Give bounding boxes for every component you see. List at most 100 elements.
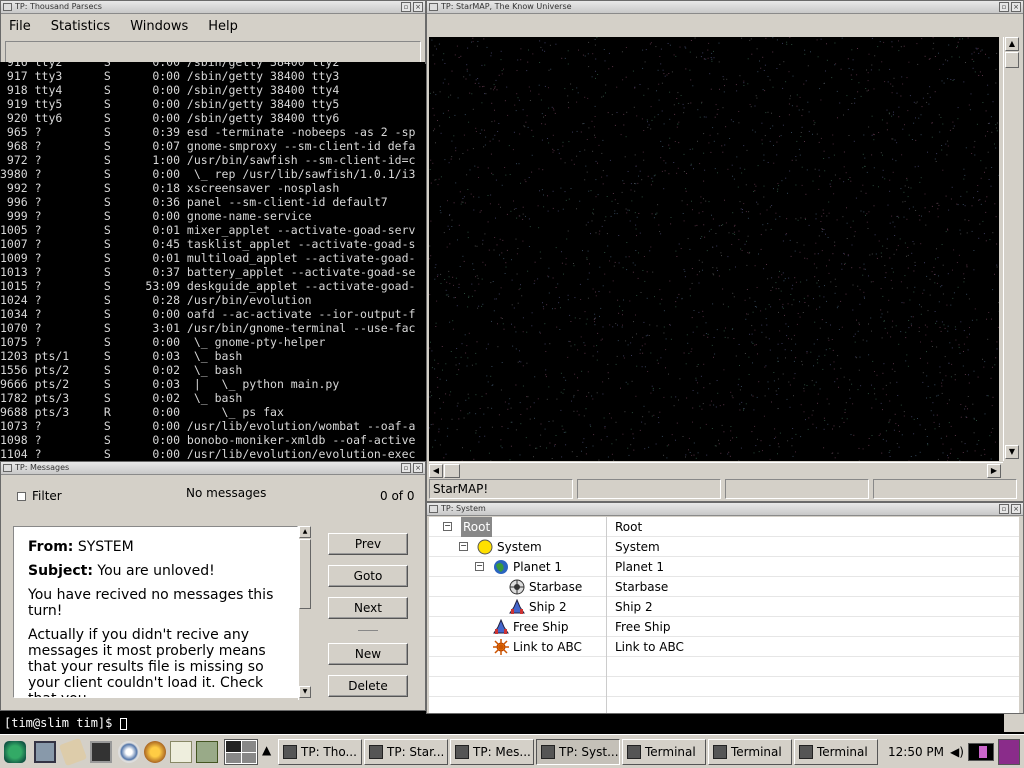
pager-desktop[interactable] [241, 741, 256, 752]
window-menu-icon[interactable] [3, 3, 12, 11]
tree-row[interactable]: Free Ship Free Ship [429, 617, 1019, 637]
task-terminal[interactable]: Terminal [622, 739, 706, 765]
hscroll-thumb[interactable] [444, 464, 460, 478]
pager-desktop[interactable] [241, 752, 256, 763]
system-title: TP: System [441, 504, 486, 513]
pager-desktop[interactable] [226, 752, 241, 763]
tree-row[interactable]: Ship 2 Ship 2 [429, 597, 1019, 617]
tree-name-cell[interactable]: Ship 2 [429, 597, 607, 617]
starmap-canvas[interactable] [429, 37, 1000, 462]
menu-file[interactable]: File [9, 19, 31, 34]
collapse-icon[interactable]: − [459, 542, 468, 551]
tree-name-cell[interactable]: − System [429, 537, 607, 557]
terminal-output[interactable]: 916 tty2 S 0:00 /sbin/getty 38400 tty2 9… [0, 62, 425, 462]
tree-value-cell: Free Ship [615, 620, 671, 634]
tree-name-cell[interactable]: − Planet 1 [429, 557, 607, 577]
next-button[interactable]: Next [328, 597, 408, 619]
terminal-line: 999 ? S 0:00 gnome-name-service [0, 209, 312, 223]
filter-checkbox[interactable] [17, 492, 26, 501]
window-menu-icon[interactable] [3, 464, 12, 472]
prev-button[interactable]: Prev [328, 533, 408, 555]
package-icon[interactable] [196, 741, 218, 763]
starmap-titlebar[interactable]: TP: StarMAP, The Know Universe ▫ × [427, 1, 1023, 14]
scroll-down-icon[interactable]: ▼ [299, 686, 311, 698]
menu-windows[interactable]: Windows [130, 19, 188, 34]
goto-button[interactable]: Goto [328, 565, 408, 587]
window-icon [369, 745, 383, 759]
tree-name-cell[interactable]: − Root [429, 517, 607, 537]
task-thousand-parsecs[interactable]: TP: Tho... [278, 739, 362, 765]
monitor-icon[interactable] [34, 741, 56, 763]
tree-value-cell: Link to ABC [615, 640, 684, 654]
message-body[interactable]: From: SYSTEM Subject: You are unloved! Y… [13, 526, 298, 698]
menubar: File Statistics Windows Help [1, 15, 425, 37]
starmap-vscrollbar[interactable]: ▲ ▼ [1003, 37, 1021, 461]
tasklist-arrow-icon[interactable]: ▲ [262, 743, 271, 757]
system-titlebar[interactable]: TP: System ▫ × [427, 503, 1023, 516]
terminal-icon[interactable] [90, 741, 112, 763]
window-menu-icon[interactable] [429, 505, 438, 513]
browser-icon[interactable] [144, 741, 166, 763]
volume-icon[interactable]: ◀) [950, 745, 964, 759]
system-tree[interactable]: − Root Root − System System − Planet 1 Planet 1S… [429, 517, 1019, 713]
tree-row[interactable]: Link to ABC Link to ABC [429, 637, 1019, 657]
terminal-line: 1007 ? S 0:45 tasklist_applet --activate… [0, 237, 416, 251]
pager-desktop[interactable] [226, 741, 241, 752]
scroll-right-icon[interactable]: ▶ [987, 464, 1001, 478]
task-terminal[interactable]: Terminal [794, 739, 878, 765]
iconify-icon[interactable]: ▫ [999, 2, 1009, 12]
starmap-hscrollbar[interactable]: ◀ ▶ [429, 462, 1003, 478]
task-starmap[interactable]: TP: Star... [364, 739, 448, 765]
task-terminal[interactable]: Terminal [708, 739, 792, 765]
battery-meter[interactable] [968, 743, 994, 761]
collapse-icon[interactable]: − [443, 522, 452, 531]
iconify-icon[interactable]: ▫ [401, 2, 411, 12]
close-icon[interactable]: × [413, 2, 423, 12]
tree-name-cell[interactable]: Starbase [429, 577, 607, 597]
settings-icon[interactable] [118, 741, 140, 763]
tree-row[interactable]: Starbase Starbase [429, 577, 1019, 597]
messages-titlebar[interactable]: TP: Messages ▫ × [1, 462, 425, 475]
button-separator [358, 630, 378, 631]
mail-icon[interactable] [170, 741, 192, 763]
editor-icon[interactable] [58, 737, 88, 767]
main-toolbar-field[interactable] [5, 41, 421, 63]
menu-help[interactable]: Help [208, 19, 238, 34]
task-messages[interactable]: TP: Mes... [450, 739, 534, 765]
tree-row[interactable]: − System System [429, 537, 1019, 557]
terminal-line: 1013 ? S 0:37 battery_applet --activate-… [0, 265, 416, 279]
tree-row[interactable]: − Root Root [429, 517, 1019, 537]
window-menu-icon[interactable] [429, 3, 438, 11]
clock[interactable]: 12:50 PM [884, 739, 948, 765]
scroll-left-icon[interactable]: ◀ [429, 464, 443, 478]
close-icon[interactable]: × [413, 463, 423, 473]
collapse-icon[interactable]: − [475, 562, 484, 571]
terminal-prompt[interactable]: [tim@slim tim]$ [0, 714, 1003, 732]
scroll-down-icon[interactable]: ▼ [1005, 445, 1019, 459]
tree-name-cell[interactable]: Free Ship [429, 617, 607, 637]
scroll-thumb[interactable] [299, 539, 311, 609]
starmap-title: TP: StarMAP, The Know Universe [441, 2, 572, 11]
iconify-icon[interactable]: ▫ [999, 504, 1009, 514]
scroll-up-icon[interactable]: ▲ [1005, 37, 1019, 51]
scroll-up-icon[interactable]: ▲ [299, 526, 311, 538]
task-label: Terminal [645, 745, 696, 759]
gnome-foot-icon[interactable] [4, 741, 26, 763]
delete-button[interactable]: Delete [328, 675, 408, 697]
tree-row[interactable]: − Planet 1 Planet 1 [429, 557, 1019, 577]
message-vscrollbar[interactable]: ▲ ▼ [298, 526, 312, 700]
terminal-icon [713, 745, 727, 759]
task-system[interactable]: TP: Syst... [536, 739, 620, 765]
menu-statistics[interactable]: Statistics [51, 19, 110, 34]
terminal-scrollbar[interactable] [1004, 714, 1024, 732]
tree-name-cell[interactable]: Link to ABC [429, 637, 607, 657]
scroll-thumb[interactable] [1005, 52, 1019, 68]
main-window-titlebar[interactable]: TP: Thousand Parsecs ▫ × [1, 1, 425, 14]
pager[interactable] [224, 739, 258, 765]
close-icon[interactable]: × [1011, 2, 1021, 12]
iconify-icon[interactable]: ▫ [401, 463, 411, 473]
terminal-line: 992 ? S 0:18 xscreensaver -nosplash [0, 181, 340, 195]
panel-hide-icon[interactable] [998, 739, 1020, 765]
new-button[interactable]: New [328, 643, 408, 665]
close-icon[interactable]: × [1011, 504, 1021, 514]
